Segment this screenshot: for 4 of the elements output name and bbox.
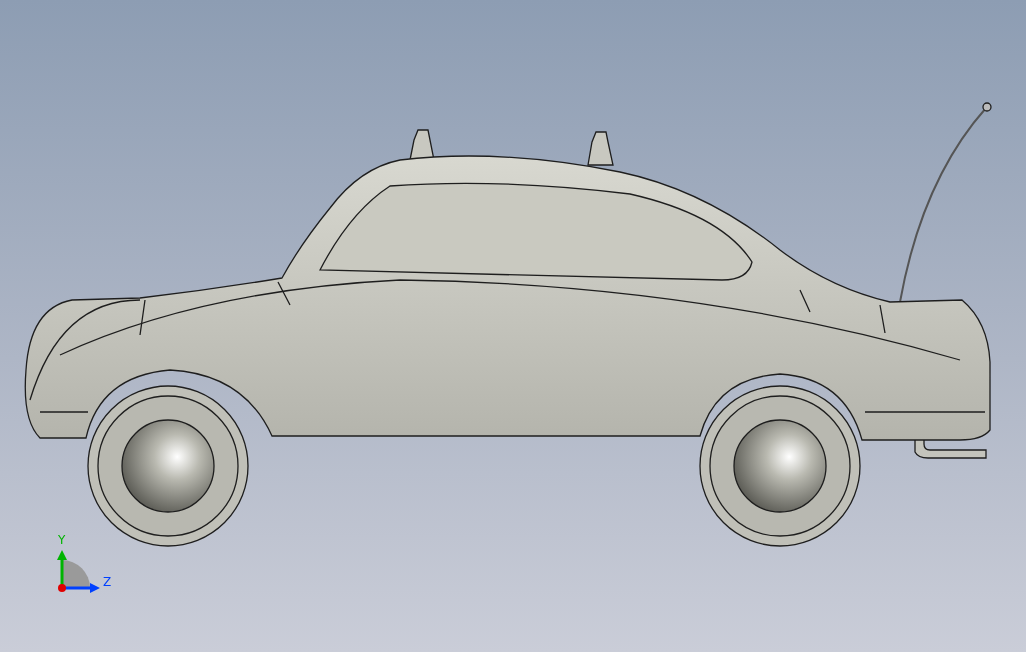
axis-label: Y (58, 533, 66, 547)
axis-label: Z (103, 575, 112, 589)
triad-background-icon (62, 560, 90, 588)
origin-icon (58, 584, 66, 592)
